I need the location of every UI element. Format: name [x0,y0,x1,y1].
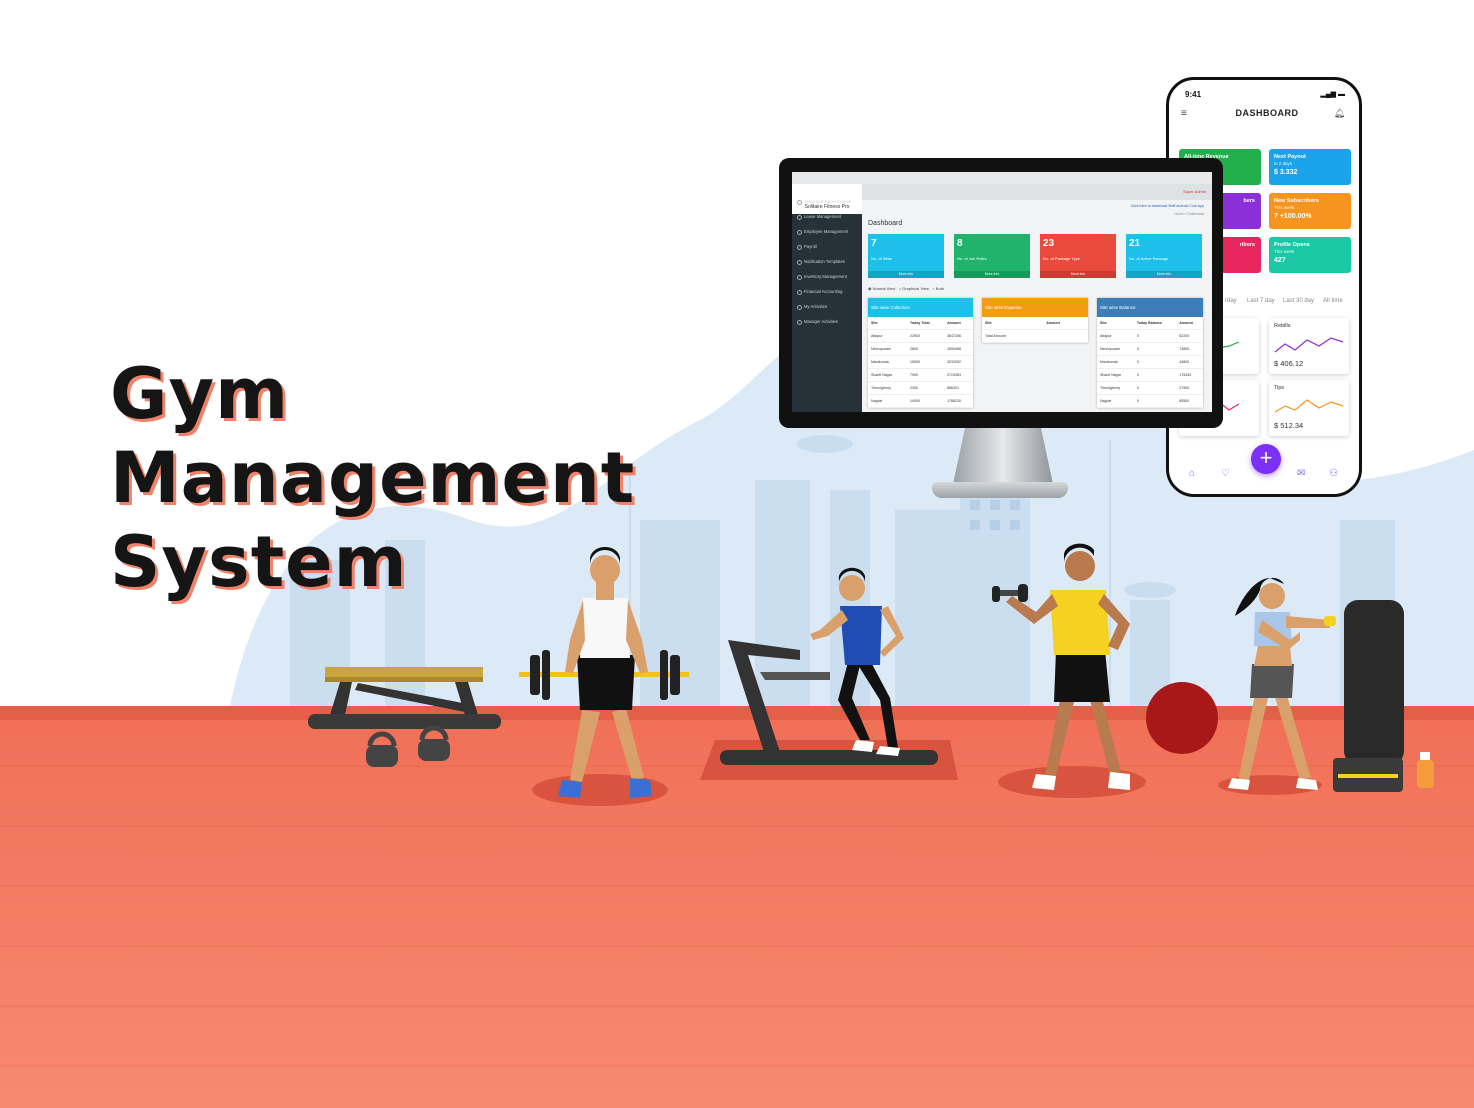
kettlebells [366,725,450,767]
gym-illustration [308,543,1434,806]
scene: Gym Management System Solitaire Fitness … [0,0,1474,1108]
water-bottle [1417,752,1434,788]
medicine-ball [1146,682,1218,754]
person-dumbbell-lifter [992,543,1146,798]
weight-bench [308,667,501,729]
person-barbell-lifter [519,546,689,806]
person-boxer [1218,577,1336,795]
person-treadmill-runner [700,567,958,780]
punching-bag [1333,600,1404,792]
